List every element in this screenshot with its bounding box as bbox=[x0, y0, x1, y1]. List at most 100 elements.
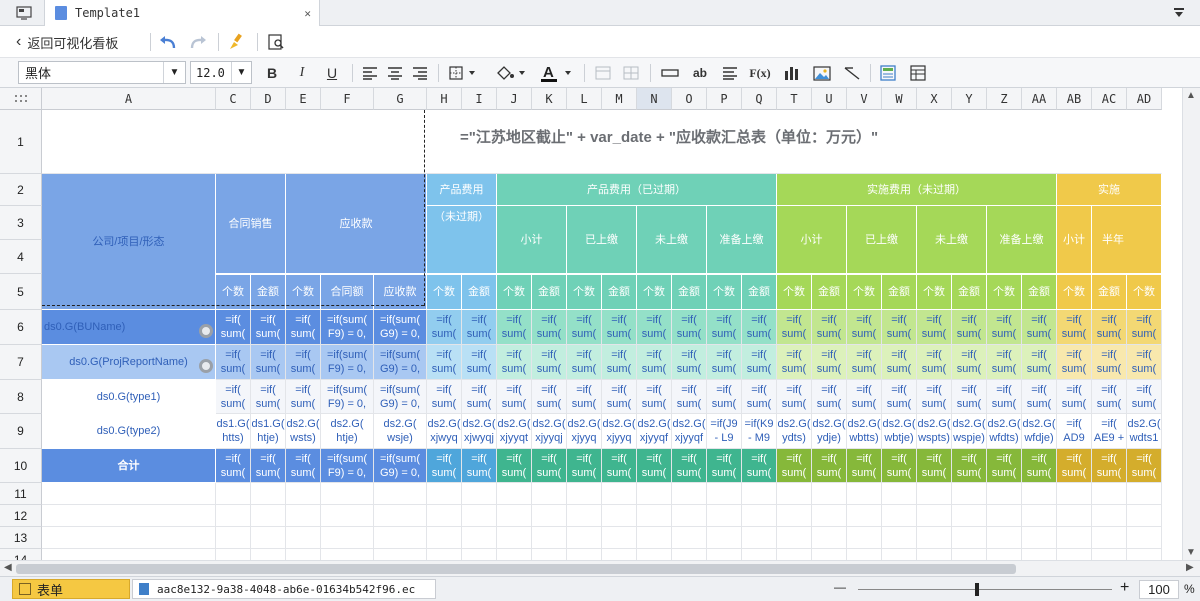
column-header[interactable]: A bbox=[42, 88, 216, 110]
formula-cell[interactable]: =if( sum( bbox=[1127, 310, 1162, 345]
row-header[interactable]: 12 bbox=[0, 505, 42, 527]
formula-cell[interactable]: =if( sum( bbox=[1092, 310, 1127, 345]
empty-cell[interactable] bbox=[427, 483, 462, 505]
formula-cell[interactable]: ds2.G( wspts) bbox=[917, 414, 952, 449]
formula-cell[interactable]: ds2.G( xjyyq bbox=[567, 414, 602, 449]
empty-cell[interactable] bbox=[321, 483, 374, 505]
header-receivable[interactable]: 应收款 bbox=[286, 174, 427, 274]
column-header[interactable]: N bbox=[637, 88, 672, 110]
spreadsheet-grid[interactable]: A C D E F G H I J K L M N O P Q T U V W X Y Z AA AB AC AD 12345678… bbox=[0, 88, 1200, 560]
formula-cell[interactable]: =if( sum( bbox=[602, 345, 637, 380]
row-label[interactable]: ds0.G(type2) bbox=[42, 414, 216, 449]
formula-cell[interactable]: ds2.G( wbtts) bbox=[847, 414, 882, 449]
empty-cell[interactable] bbox=[1057, 483, 1092, 505]
formula-cell[interactable]: ds2.G( xjyyqj bbox=[532, 414, 567, 449]
empty-cell[interactable] bbox=[707, 483, 742, 505]
empty-cell[interactable] bbox=[952, 527, 987, 549]
formula-cell[interactable]: =if(sum( G9) = 0, bbox=[374, 345, 427, 380]
formula-cell[interactable]: =if( sum( bbox=[1057, 449, 1092, 483]
column-header[interactable]: AA bbox=[1022, 88, 1057, 110]
empty-cell[interactable] bbox=[567, 483, 602, 505]
empty-cell[interactable] bbox=[1127, 527, 1162, 549]
layout-icon[interactable] bbox=[906, 63, 930, 83]
split-cells-icon[interactable] bbox=[620, 63, 642, 83]
subheader-cell[interactable]: 金额 bbox=[952, 274, 987, 310]
empty-cell[interactable] bbox=[812, 505, 847, 527]
formula-cell[interactable]: =if( sum( bbox=[882, 380, 917, 414]
formula-cell[interactable]: =if( sum( bbox=[672, 449, 707, 483]
formula-cell[interactable]: =if( sum( bbox=[917, 310, 952, 345]
empty-cell[interactable] bbox=[497, 505, 532, 527]
formula-cell[interactable]: =if( sum( bbox=[216, 449, 251, 483]
formula-cell[interactable]: =if( sum( bbox=[637, 345, 672, 380]
formula-cell[interactable]: =if( sum( bbox=[1057, 345, 1092, 380]
formula-cell[interactable]: =if( sum( bbox=[777, 345, 812, 380]
formula-cell[interactable]: ds1.G( htts) bbox=[216, 414, 251, 449]
formula-cell[interactable]: =if( sum( bbox=[707, 380, 742, 414]
formula-cell[interactable]: =if( sum( bbox=[1127, 345, 1162, 380]
column-header[interactable]: AC bbox=[1092, 88, 1127, 110]
column-header[interactable]: Y bbox=[952, 88, 987, 110]
formula-cell[interactable]: =if( sum( bbox=[742, 380, 777, 414]
font-color-icon[interactable]: A bbox=[536, 61, 578, 85]
scroll-right-icon[interactable]: ▶ bbox=[1186, 562, 1194, 573]
column-header[interactable]: I bbox=[462, 88, 497, 110]
subheader-cell[interactable]: 个数 bbox=[427, 274, 462, 310]
row-label[interactable]: 合计 bbox=[42, 449, 216, 483]
bold-button[interactable]: B bbox=[262, 61, 282, 85]
empty-cell[interactable] bbox=[251, 527, 286, 549]
header-product-fee-overdue[interactable]: 产品费用（已过期） bbox=[497, 174, 777, 206]
vertical-scrollbar[interactable]: ▲ ▼ bbox=[1182, 88, 1200, 560]
empty-cell[interactable] bbox=[917, 527, 952, 549]
header-product-fee[interactable]: 产品费用 bbox=[427, 174, 497, 206]
header-reported[interactable]: 已上缴 bbox=[847, 206, 917, 274]
formula-cell[interactable]: =if( sum( bbox=[672, 310, 707, 345]
row-header[interactable]: 9 bbox=[0, 414, 42, 449]
format-painter-icon[interactable] bbox=[225, 30, 249, 54]
header-actual-fee[interactable]: 实施费用（未过期） bbox=[777, 174, 1057, 206]
column-header[interactable]: D bbox=[251, 88, 286, 110]
empty-cell[interactable] bbox=[987, 549, 1022, 560]
subheader-cell[interactable]: 金额 bbox=[672, 274, 707, 310]
empty-cell[interactable] bbox=[847, 549, 882, 560]
empty-cell[interactable] bbox=[567, 527, 602, 549]
formula-cell[interactable]: =if( sum( bbox=[882, 345, 917, 380]
formula-cell[interactable]: =if( sum( bbox=[497, 345, 532, 380]
empty-cell[interactable] bbox=[707, 527, 742, 549]
empty-cell[interactable] bbox=[1022, 505, 1057, 527]
formula-cell[interactable]: =if( sum( bbox=[987, 380, 1022, 414]
subheader-cell[interactable]: 金额 bbox=[462, 274, 497, 310]
formula-cell[interactable]: =if( sum( bbox=[602, 449, 637, 483]
italic-button[interactable]: I bbox=[292, 61, 312, 85]
redo-icon[interactable] bbox=[186, 30, 210, 54]
formula-cell[interactable]: =if( sum( bbox=[286, 345, 321, 380]
empty-cell[interactable] bbox=[812, 483, 847, 505]
row-header[interactable]: 11 bbox=[0, 483, 42, 505]
report-block-icon[interactable] bbox=[876, 63, 900, 83]
formula-cell[interactable]: =if( sum( bbox=[602, 310, 637, 345]
scroll-thumb[interactable] bbox=[16, 564, 1016, 574]
align-center-icon[interactable] bbox=[385, 63, 405, 83]
empty-cell[interactable] bbox=[812, 549, 847, 560]
zoom-out-button[interactable]: — bbox=[834, 580, 846, 594]
row-header[interactable]: 1 bbox=[0, 110, 42, 174]
empty-cell[interactable] bbox=[742, 505, 777, 527]
column-header[interactable]: M bbox=[602, 88, 637, 110]
formula-cell[interactable]: =if( sum( bbox=[251, 380, 286, 414]
formula-cell[interactable]: =if( sum( bbox=[497, 449, 532, 483]
empty-cell[interactable] bbox=[374, 527, 427, 549]
bar-chart-icon[interactable] bbox=[780, 63, 804, 83]
formula-cell[interactable]: ds2.G( wfdje) bbox=[1022, 414, 1057, 449]
column-header[interactable]: G bbox=[374, 88, 427, 110]
formula-cell[interactable]: ds2.G( wbtje) bbox=[882, 414, 917, 449]
undo-icon[interactable] bbox=[156, 30, 180, 54]
formula-cell[interactable]: =if( sum( bbox=[216, 345, 251, 380]
empty-cell[interactable] bbox=[917, 549, 952, 560]
formula-button[interactable]: F(x) bbox=[746, 63, 774, 83]
formula-cell[interactable]: =if( sum( bbox=[637, 310, 672, 345]
empty-cell[interactable] bbox=[637, 483, 672, 505]
formula-cell[interactable]: =if( sum( bbox=[1092, 345, 1127, 380]
formula-cell[interactable]: =if( sum( bbox=[1022, 380, 1057, 414]
empty-cell[interactable] bbox=[497, 549, 532, 560]
row-header[interactable]: 5 bbox=[0, 274, 42, 310]
